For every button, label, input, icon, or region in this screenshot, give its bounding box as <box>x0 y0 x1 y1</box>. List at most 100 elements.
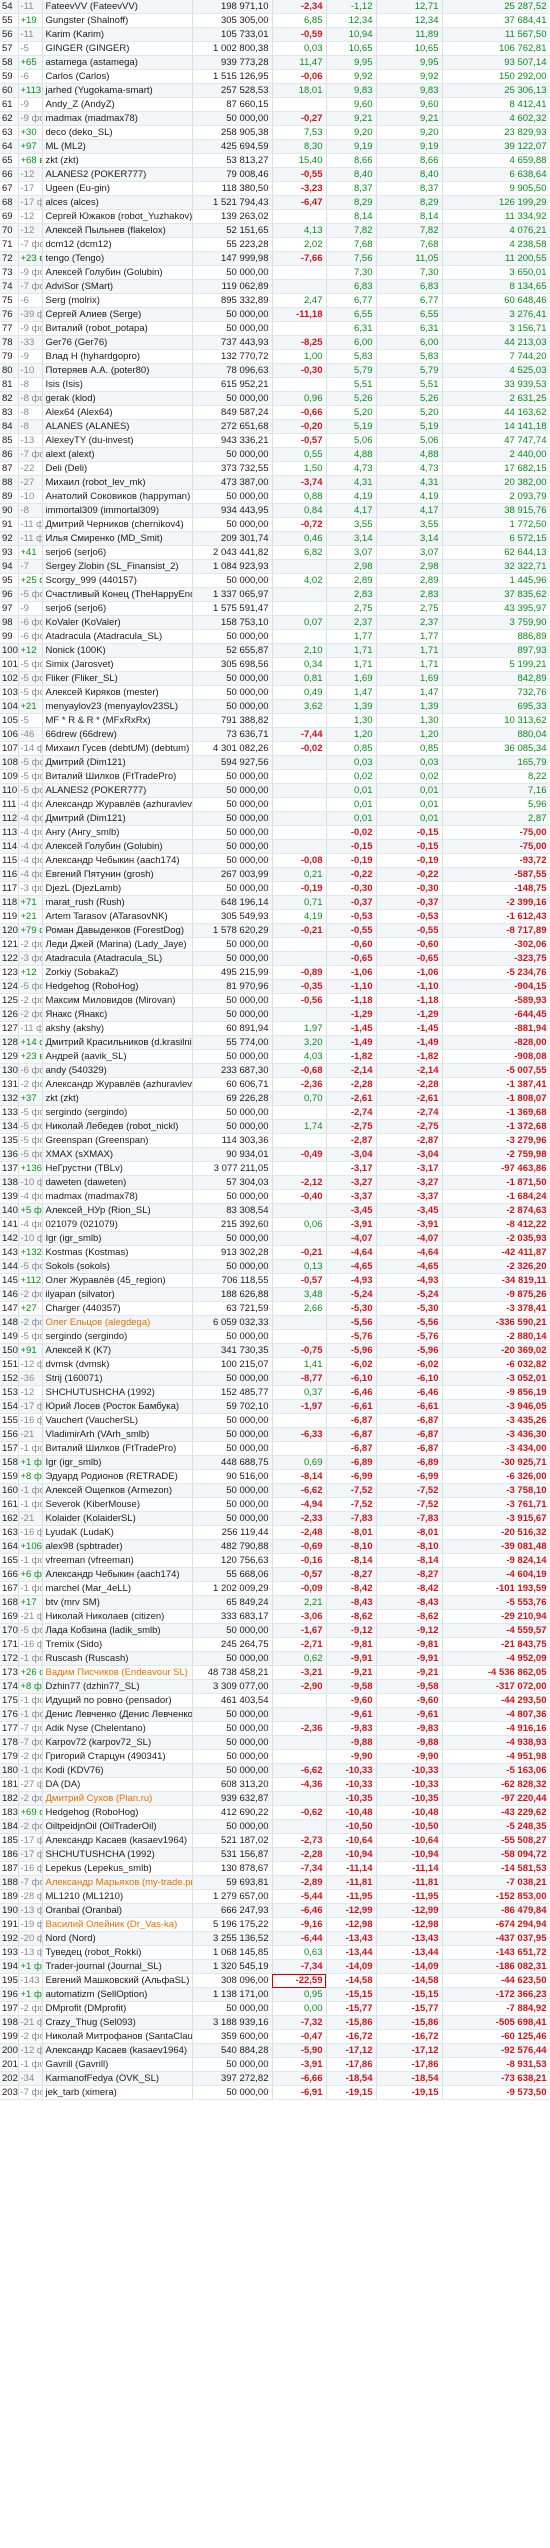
participant-name-link[interactable]: Олег Журавлёв (45_region) <box>42 1273 193 1288</box>
participant-name-link[interactable]: Илья Смиренко (MD_Smit) <box>42 531 193 546</box>
participant-name-link[interactable]: Идущий по ровно (pensador) <box>42 1693 193 1708</box>
participant-name-link[interactable]: Andy_Z (AndyZ) <box>42 97 193 112</box>
participant-name-link[interactable]: Дмитрий Сухов (Plan.ru) <box>42 1791 193 1806</box>
participant-name-link[interactable]: zkt (zkt) <box>42 153 193 168</box>
participant-name-link[interactable]: Андрей (aavik_SL) <box>42 1049 193 1064</box>
participant-name-link[interactable]: Greenspan (Greenspan) <box>42 1133 193 1148</box>
participant-name-link[interactable]: jarhed (Yugokama-smart) <box>42 83 193 98</box>
participant-name-link[interactable]: Artem Tarasov (ATarasovNK) <box>42 909 193 924</box>
participant-name-link[interactable]: Gungster (Shalnoff) <box>42 13 193 28</box>
participant-name-link[interactable]: KarmanofFedya (OVK_SL) <box>42 2071 193 2086</box>
participant-name-link[interactable]: Oranbal (Oranbal) <box>42 1903 193 1918</box>
participant-name-link[interactable]: DMprofit (DMprofit) <box>42 2001 193 2016</box>
participant-name-link[interactable]: Алексей_НУр (Rion_SL) <box>42 1203 193 1218</box>
participant-name-link[interactable]: alex98 (spbtrader) <box>42 1539 193 1554</box>
participant-name-link[interactable]: akshy (akshy) <box>42 1021 193 1036</box>
participant-name-link[interactable]: Роман Давыденков (ForestDog) <box>42 923 193 938</box>
participant-name-link[interactable]: Николай Митрофанов (SantaClaus) <box>42 2029 193 2044</box>
participant-name-link[interactable]: Александр Чебыкин (aach174) <box>42 853 193 868</box>
participant-name-link[interactable]: vfreeman (vfreeman) <box>42 1553 193 1568</box>
participant-name-link[interactable]: Karpov72 (karpov72_SL) <box>42 1735 193 1750</box>
participant-name-link[interactable]: Эдуард Родионов (RETRADE) <box>42 1469 193 1484</box>
participant-name-link[interactable]: Kolaider (KolaiderSL) <box>42 1511 193 1526</box>
participant-name-link[interactable]: Сергей Южаков (robot_Yuzhakov) <box>42 209 193 224</box>
participant-name-link[interactable]: 66drew (66drew) <box>42 727 193 742</box>
participant-name-link[interactable]: Lepekus (Lepekus_smlb) <box>42 1861 193 1876</box>
participant-name-link[interactable]: Вадим Писчиков (Endeavour SL) <box>42 1665 193 1680</box>
participant-name-link[interactable]: marchel (Mar_4eLL) <box>42 1581 193 1596</box>
participant-name-link[interactable]: tengo (Tengo) <box>42 251 193 266</box>
participant-name-link[interactable]: Ugeen (Eu-gin) <box>42 181 193 196</box>
participant-name-link[interactable]: ALANES2 (POKER777) <box>42 167 193 182</box>
participant-name-link[interactable]: AdviSor (SMart) <box>42 279 193 294</box>
participant-name-link[interactable]: Dzhin77 (dzhin77_SL) <box>42 1679 193 1694</box>
participant-name-link[interactable]: MF * R & R * (MFxRxRx) <box>42 713 193 728</box>
participant-name-link[interactable]: Сергей Алиев (Serge) <box>42 307 193 322</box>
participant-name-link[interactable]: Василий Олейник (Dr_Vas-ka) <box>42 1917 193 1932</box>
participant-name-link[interactable]: ALANES (ALANES) <box>42 419 193 434</box>
participant-name-link[interactable]: ML1210 (ML1210) <box>42 1889 193 1904</box>
participant-name-link[interactable]: zkt (zkt) <box>42 1091 193 1106</box>
participant-name-link[interactable]: Туведец (robot_Rokki) <box>42 1945 193 1960</box>
participant-name-link[interactable]: Hedgehog (RoboHog) <box>42 979 193 994</box>
participant-name-link[interactable]: Nord (Nord) <box>42 1931 193 1946</box>
participant-name-link[interactable]: Igr (igr_smlb) <box>42 1231 193 1246</box>
participant-name-link[interactable]: Алексей Пыльнев (flakelox) <box>42 223 193 238</box>
participant-name-link[interactable]: Александр Журавлёв (azhuravlev) <box>42 1077 193 1092</box>
participant-name-link[interactable]: Григорий Старцун (490341) <box>42 1749 193 1764</box>
participant-name-link[interactable]: Gavrill (Gavrill) <box>42 2057 193 2072</box>
participant-name-link[interactable]: gerak (klod) <box>42 391 193 406</box>
participant-name-link[interactable]: Isis (Isis) <box>42 377 193 392</box>
participant-name-link[interactable]: Лада Кобзина (ladik_smlb) <box>42 1623 193 1638</box>
participant-name-link[interactable]: automatizm (SellOption) <box>42 1987 193 2002</box>
participant-name-link[interactable]: madmax (madmax78) <box>42 1189 193 1204</box>
participant-name-link[interactable]: serjo6 (serjo6) <box>42 545 193 560</box>
participant-name-link[interactable]: Александр Чебыкин (aach174) <box>42 1567 193 1582</box>
participant-name-link[interactable]: Sergey Zlobin (SL_Finansist_2) <box>42 559 193 574</box>
participant-name-link[interactable]: SHCHUTUSHCHA (1992) <box>42 1847 193 1862</box>
participant-name-link[interactable]: Счастливый Конец (TheHappyEnd) <box>42 587 193 602</box>
participant-name-link[interactable]: Vauchert (VaucherSL) <box>42 1413 193 1428</box>
participant-name-link[interactable]: Анатолий Соковиков (happyman) <box>42 489 193 504</box>
participant-name-link[interactable]: Crazy_Thug (Sel093) <box>42 2015 193 2030</box>
participant-name-link[interactable]: menyaylov23 (menyaylov23SL) <box>42 699 193 714</box>
participant-name-link[interactable]: immortal309 (immortal309) <box>42 503 193 518</box>
participant-name-link[interactable]: Charger (440357) <box>42 1301 193 1316</box>
participant-name-link[interactable]: НеГрустни (TBLv) <box>42 1161 193 1176</box>
participant-name-link[interactable]: Виталий (robot_potapa) <box>42 321 193 336</box>
participant-name-link[interactable]: Виталий Шилков (FtTradePro) <box>42 769 193 784</box>
participant-name-link[interactable]: ALANES2 (POKER777) <box>42 783 193 798</box>
participant-name-link[interactable]: Янакс (Янакс) <box>42 1007 193 1022</box>
participant-name-link[interactable]: Евгений Пятунин (grosh) <box>42 867 193 882</box>
participant-name-link[interactable]: Виталий Шилков (FtTradePro) <box>42 1441 193 1456</box>
participant-name-link[interactable]: Ger76 (Ger76) <box>42 335 193 350</box>
participant-name-link[interactable]: Kostmas (Kostmas) <box>42 1245 193 1260</box>
participant-name-link[interactable]: Юрий Лосев (Росток Бамбука) <box>42 1399 193 1414</box>
participant-name-link[interactable]: ilyapan (silvator) <box>42 1287 193 1302</box>
participant-name-link[interactable]: dcm12 (dcm12) <box>42 237 193 252</box>
participant-name-link[interactable]: OiltpeidjnOil (OilTraderOil) <box>42 1819 193 1834</box>
participant-name-link[interactable]: DA (DA) <box>42 1777 193 1792</box>
participant-name-link[interactable]: Алексей Голубин (Golubin) <box>42 265 193 280</box>
participant-name-link[interactable]: 021079 (021079) <box>42 1217 193 1232</box>
participant-name-link[interactable]: Fliker (Fliker_SL) <box>42 671 193 686</box>
participant-name-link[interactable]: Дмитрий Черников (chernikov4) <box>42 517 193 532</box>
participant-name-link[interactable]: FateevVV (FateevVV) <box>42 0 193 14</box>
participant-name-link[interactable]: LyudaK (LudaK) <box>42 1525 193 1540</box>
participant-name-link[interactable]: serjo6 (serjo6) <box>42 601 193 616</box>
participant-name-link[interactable]: madmax (madmax78) <box>42 111 193 126</box>
participant-name-link[interactable]: Алексей Ощепков (Armezon) <box>42 1483 193 1498</box>
participant-name-link[interactable]: jek_tarb (ximera) <box>42 2085 193 2100</box>
participant-name-link[interactable]: Strij (160071) <box>42 1371 193 1386</box>
participant-name-link[interactable]: marat_rush (Rush) <box>42 895 193 910</box>
participant-name-link[interactable]: Serg (molrix) <box>42 293 193 308</box>
participant-name-link[interactable]: VladimirArh (VArh_smlb) <box>42 1427 193 1442</box>
participant-name-link[interactable]: Igr (igr_smlb) <box>42 1455 193 1470</box>
participant-name-link[interactable]: Adik Nyse (Chelentano) <box>42 1721 193 1736</box>
participant-name-link[interactable]: Ангу (Ангу_smlb) <box>42 825 193 840</box>
participant-name-link[interactable]: Carlos (Carlos) <box>42 69 193 84</box>
participant-name-link[interactable]: Atadracula (Atadracula_SL) <box>42 951 193 966</box>
participant-name-link[interactable]: Алексей К (K7) <box>42 1343 193 1358</box>
participant-name-link[interactable]: Леди Джей (Marina) (Lady_Jaye) <box>42 937 193 952</box>
participant-name-link[interactable]: Simix (Jarosvet) <box>42 657 193 672</box>
